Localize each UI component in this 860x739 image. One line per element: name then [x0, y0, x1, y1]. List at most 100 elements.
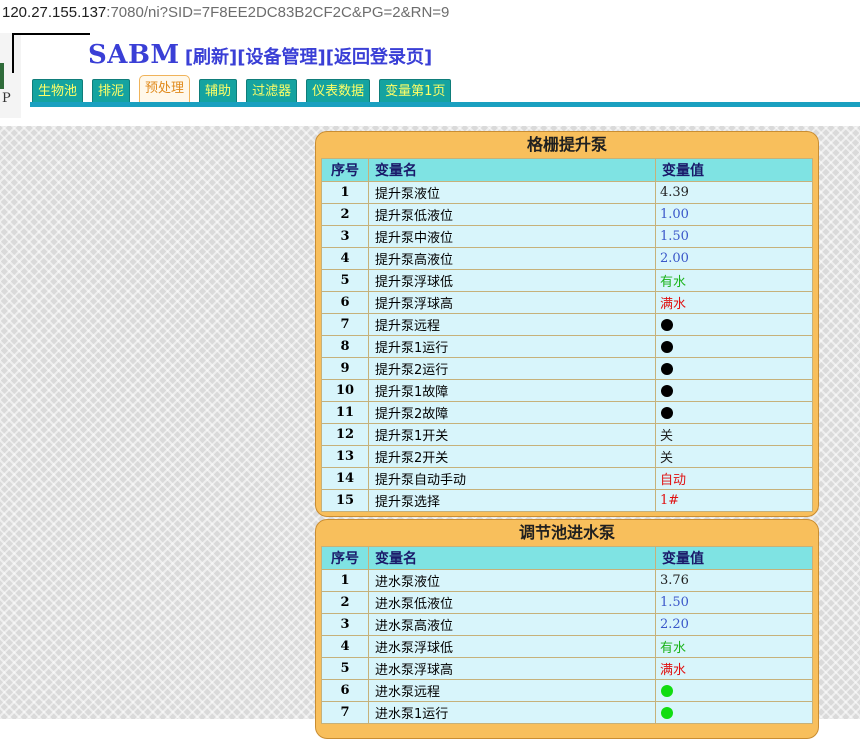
table-row: 3 进水泵高液位 2.20 [321, 613, 813, 636]
variable-name: 进水泵高液位 [368, 613, 656, 636]
column-header-no: 序号 [321, 546, 369, 570]
table-body: 1 进水泵液位 3.76 2 进水泵低液位 1.50 3 进水泵高液位 2.20 4 进水泵浮球低有… [321, 569, 813, 724]
table-row: 7 提升泵远程 [321, 313, 813, 336]
variable-value-cell [655, 401, 813, 424]
variable-value-cell: 1# [655, 489, 813, 512]
green-dot-indicator [661, 706, 673, 719]
variable-value-cell: 满水 [655, 291, 813, 314]
variable-name: 提升泵低液位 [368, 203, 656, 226]
table-row: 5 提升泵浮球低 有水 [321, 269, 813, 292]
variable-value-cell: 满水 [655, 657, 813, 680]
row-number: 9 [321, 357, 369, 380]
black-dot-indicator [661, 318, 673, 331]
row-number: 13 [321, 445, 369, 468]
variable-name: 提升泵液位 [368, 181, 656, 204]
tab-bar: 生物池 排泥 预处理 辅助 过滤器 仪表数据 变量第1页 [32, 75, 460, 103]
variable-name: 提升泵浮球高 [368, 291, 656, 314]
variable-name: 进水泵1运行 [368, 701, 656, 724]
back-to-login-link[interactable]: [返回登录页] [326, 47, 432, 68]
variable-value: 1.50 [660, 229, 689, 244]
column-header-value: 变量值 [655, 546, 813, 570]
row-number: 5 [321, 657, 369, 680]
table-row: 13 提升泵2开关关 [321, 445, 813, 468]
variable-value-cell: 2.20 [655, 613, 813, 636]
table-row: 6 进水泵远程 [321, 679, 813, 702]
row-number: 11 [321, 401, 369, 424]
row-number: 1 [321, 569, 369, 592]
row-number: 10 [321, 379, 369, 402]
variable-name: 提升泵中液位 [368, 225, 656, 248]
variable-value: 自动 [660, 473, 687, 488]
table-row: 11 提升泵2故障 [321, 401, 813, 424]
address-path: :7080/ni?SID=7F8EE2DC83B2CF2C&PG=2&RN=9 [106, 4, 450, 21]
variable-value-cell: 关 [655, 423, 813, 446]
tab-auxiliary[interactable]: 辅助 [199, 79, 238, 103]
variable-value: 2.20 [660, 617, 689, 632]
black-dot-indicator [661, 384, 673, 397]
logo-box [12, 33, 90, 73]
address-host: 120.27.155.137 [2, 4, 107, 21]
address-bar[interactable]: 120.27.155.137:7080/ni?SID=7F8EE2DC83B2C… [0, 0, 860, 26]
variable-name: 进水泵液位 [368, 569, 656, 592]
variable-name: 提升泵远程 [368, 313, 656, 336]
tab-bio-tank[interactable]: 生物池 [32, 79, 84, 103]
variable-value-cell [655, 357, 813, 380]
table-row: 7 进水泵1运行 [321, 701, 813, 724]
row-number: 4 [321, 247, 369, 270]
variable-name: 提升泵选择 [368, 489, 656, 512]
variable-name: 提升泵2开关 [368, 445, 656, 468]
variable-name: 提升泵自动手动 [368, 467, 656, 490]
row-number: 5 [321, 269, 369, 292]
panel-grille-lift-pump: 格栅提升泵 序号 变量名 变量值 1 提升泵液位 4.39 2 提升泵低液位 1.00 3 提… [315, 131, 819, 517]
variable-value-cell: 自动 [655, 467, 813, 490]
refresh-link[interactable]: [刷新] [185, 47, 237, 68]
row-number: 7 [321, 313, 369, 336]
tab-instrument-data[interactable]: 仪表数据 [306, 79, 371, 103]
variable-value-cell: 1.50 [655, 591, 813, 614]
variable-value-cell: 2.00 [655, 247, 813, 270]
table-row: 8 提升泵1运行 [321, 335, 813, 358]
column-header-name: 变量名 [368, 158, 656, 182]
row-number: 6 [321, 679, 369, 702]
tab-filter[interactable]: 过滤器 [246, 79, 298, 103]
variable-value: 关 [660, 429, 674, 444]
variable-value-cell [655, 313, 813, 336]
variable-name: 提升泵高液位 [368, 247, 656, 270]
device-management-link[interactable]: [设备管理] [237, 47, 325, 68]
table-header-row: 序号 变量名 变量值 [321, 546, 813, 570]
variable-value: 满水 [660, 663, 687, 678]
variable-value-cell: 关 [655, 445, 813, 468]
variable-value-cell: 4.39 [655, 181, 813, 204]
panel-title: 调节池进水泵 [518, 523, 615, 542]
variable-value-cell: 3.76 [655, 569, 813, 592]
tab-underline [30, 102, 860, 107]
variable-value-cell [655, 335, 813, 358]
brand-title: SABM [88, 40, 180, 70]
table-row: 14 提升泵自动手动 自动 [321, 467, 813, 490]
variable-name: 进水泵远程 [368, 679, 656, 702]
table-row: 9 提升泵2运行 [321, 357, 813, 380]
variable-value: 有水 [660, 641, 687, 656]
table-row: 12 提升泵1开关关 [321, 423, 813, 446]
tab-sludge[interactable]: 排泥 [92, 79, 131, 103]
row-number: 3 [321, 225, 369, 248]
table-body: 1 提升泵液位 4.39 2 提升泵低液位 1.00 3 提升泵中液位 1.50 4 提升泵高液位 2… [321, 181, 813, 512]
logo-letter: P [2, 91, 11, 106]
variable-name: 进水泵低液位 [368, 591, 656, 614]
variable-value-cell: 1.50 [655, 225, 813, 248]
variable-name: 进水泵浮球高 [368, 657, 656, 680]
row-number: 14 [321, 467, 369, 490]
variable-value-cell: 有水 [655, 635, 813, 658]
table-row: 4 提升泵高液位 2.00 [321, 247, 813, 270]
variable-table: 序号 变量名 变量值 1 进水泵液位 3.76 2 进水泵低液位 1.50 3 进水泵高液位 2… [321, 546, 813, 724]
table-row: 10 提升泵1故障 [321, 379, 813, 402]
variable-value: 4.39 [660, 185, 689, 200]
tab-variables-page1[interactable]: 变量第1页 [379, 79, 452, 103]
black-dot-indicator [661, 362, 673, 375]
black-dot-indicator [661, 340, 673, 353]
table-header-row: 序号 变量名 变量值 [321, 158, 813, 182]
variable-value: 1# [660, 493, 680, 508]
variable-table: 序号 变量名 变量值 1 提升泵液位 4.39 2 提升泵低液位 1.00 3 提升泵中液位 1… [321, 158, 813, 512]
tab-pretreatment[interactable]: 预处理 [139, 75, 191, 103]
variable-name: 提升泵2故障 [368, 401, 656, 424]
